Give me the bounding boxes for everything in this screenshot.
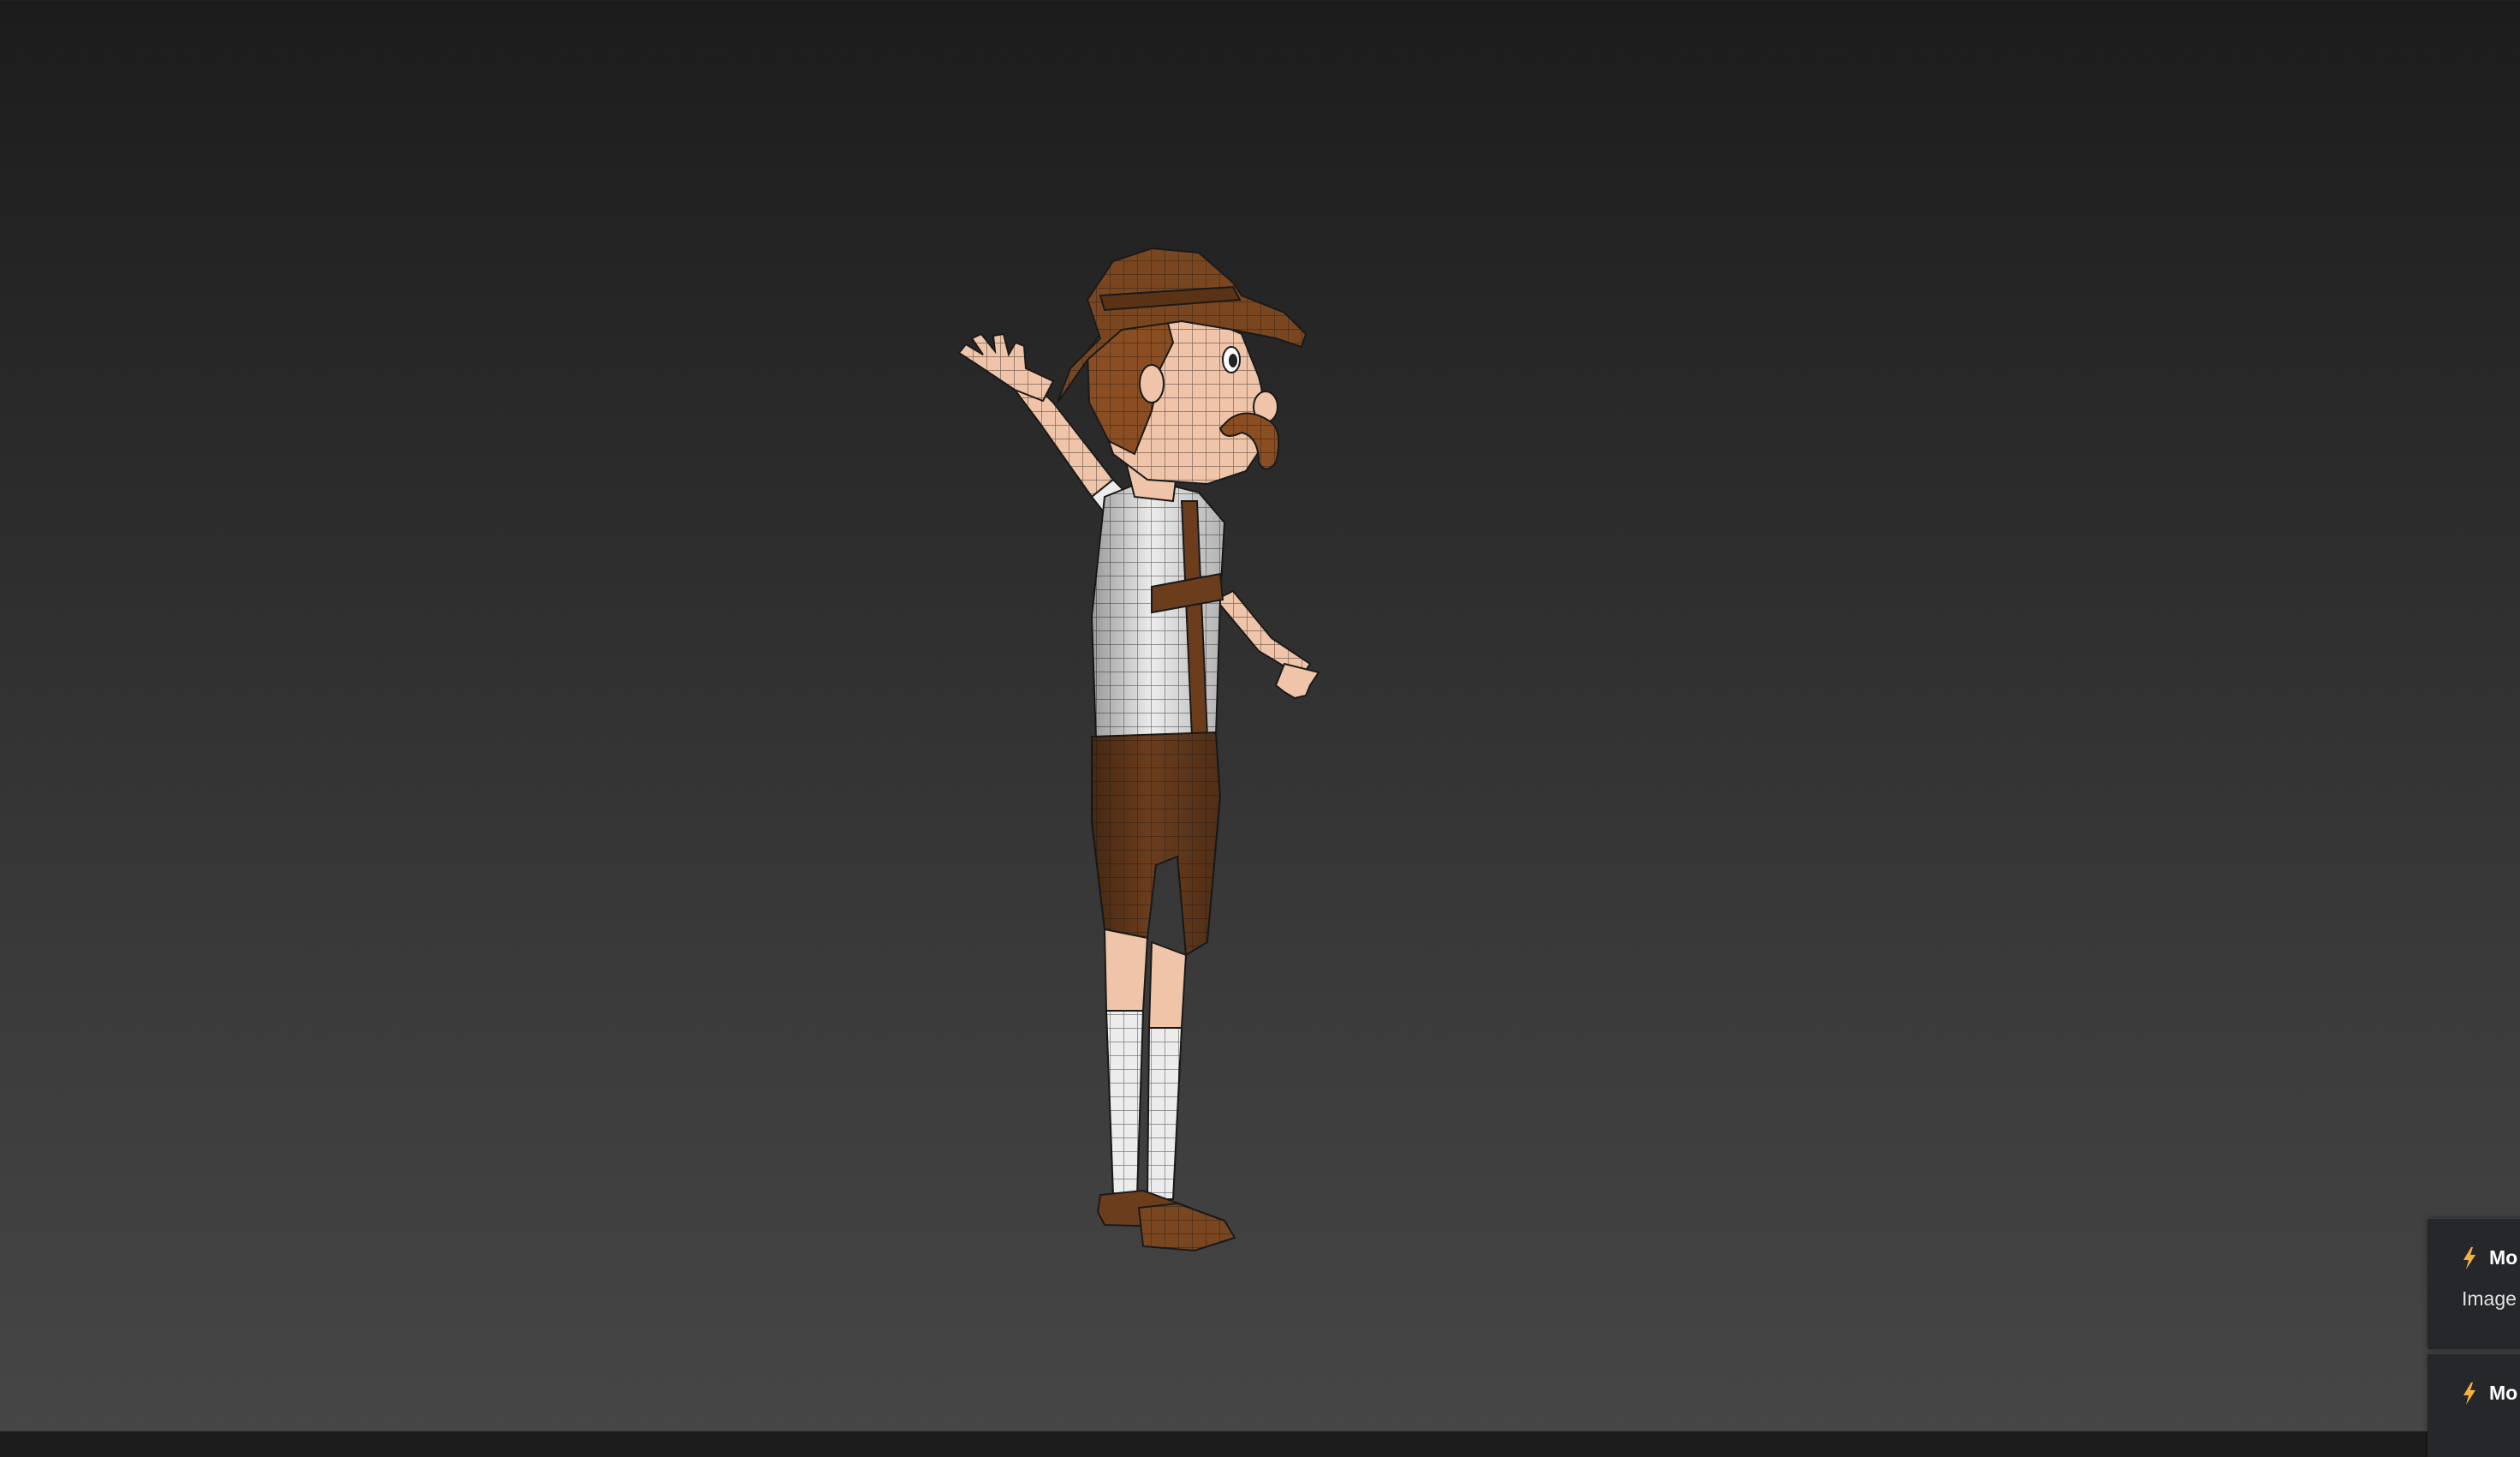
lightning-bolt-icon <box>2462 1382 2477 1405</box>
3d-viewport[interactable] <box>0 0 2520 1431</box>
notification-message: Image c <box>2462 1287 2520 1310</box>
character-model <box>957 247 1320 1252</box>
notification-card[interactable]: Mo Image c <box>2428 1218 2520 1349</box>
notification-card[interactable]: Mo <box>2428 1353 2520 1457</box>
model-head <box>1086 307 1280 503</box>
lightning-bolt-icon <box>2462 1246 2477 1269</box>
model-shoes <box>1096 1189 1236 1252</box>
model-legs <box>1103 928 1188 1200</box>
model-lower-arm <box>1214 589 1320 700</box>
model-torso <box>1090 478 1226 743</box>
notification-title: Mo <box>2489 1246 2518 1269</box>
notification-title: Mo <box>2489 1382 2518 1404</box>
model-shorts <box>1091 731 1222 957</box>
